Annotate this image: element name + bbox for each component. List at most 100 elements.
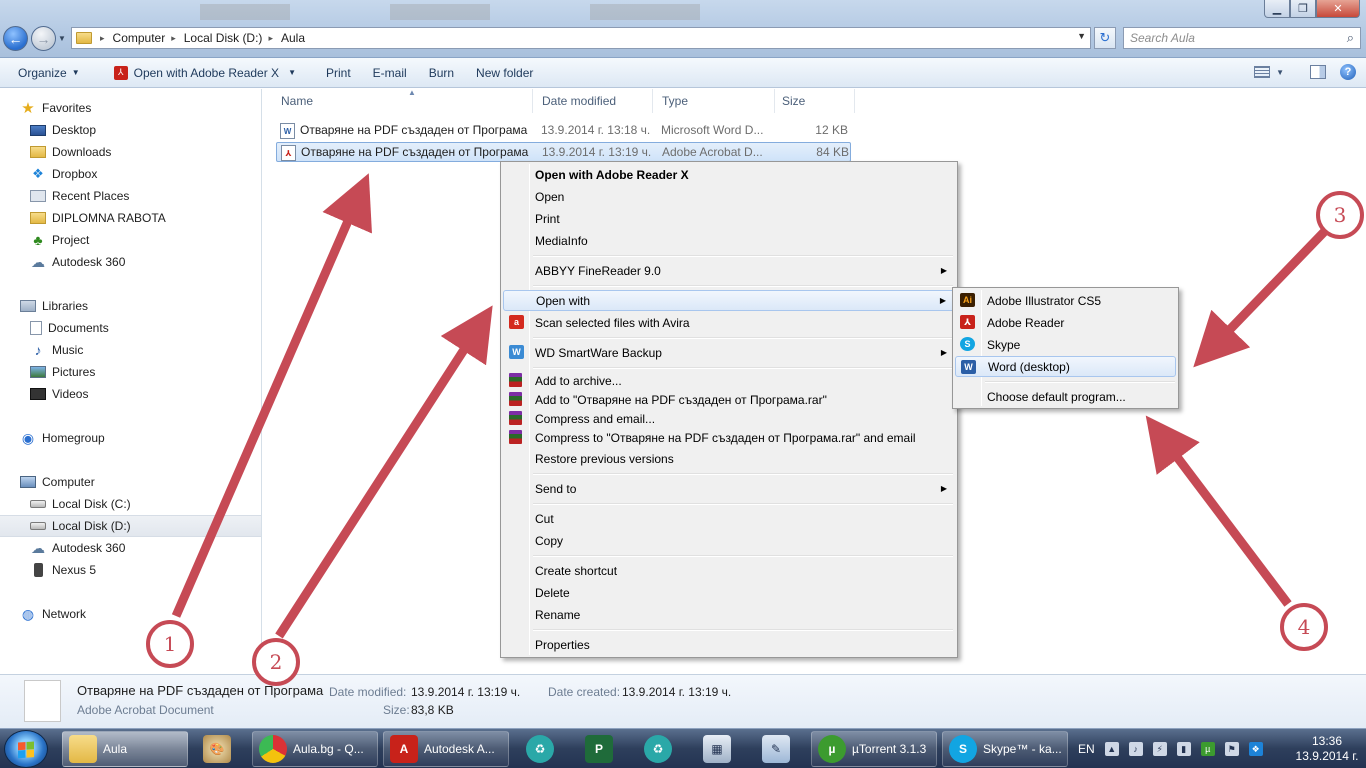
menu-mediainfo[interactable]: MediaInfo [503,230,955,251]
nav-desktop[interactable]: Desktop [0,119,261,141]
burn-button[interactable]: Burn [429,66,454,80]
taskbar-app-1[interactable]: ♻ [515,731,571,767]
menu-compress-email[interactable]: Compress and email... [503,408,955,429]
network-signal-icon[interactable]: ▮ [1176,742,1191,756]
menu-scan-avira[interactable]: a Scan selected files with Avira [503,312,955,333]
nav-local-disk-d[interactable]: Local Disk (D:) [0,515,261,537]
breadcrumb-computer[interactable]: Computer [113,31,166,45]
back-button[interactable]: ← [3,26,28,51]
nav-project[interactable]: ♣ Project [0,229,261,251]
nav-homegroup[interactable]: ◉ Homegroup [0,427,261,449]
address-bar[interactable]: ▸ Computer ▸ Local Disk (D:) ▸ Aula ▼ [71,27,1091,49]
nav-diplomna-rabota[interactable]: DIPLOMNA RABOTA [0,207,261,229]
change-view-icon[interactable] [1254,66,1271,78]
close-button[interactable]: ✕ [1316,0,1360,18]
flag-icon[interactable]: ⚑ [1224,742,1239,756]
menu-copy[interactable]: Copy [503,530,955,551]
menu-open-with-adobe-reader[interactable]: Open with Adobe Reader X [503,164,955,185]
taskbar-paint[interactable]: 🎨 [192,731,248,767]
file-row[interactable]: W Отваряне на PDF създаден от Програма 1… [276,121,851,141]
taskbar-project[interactable]: P [574,731,630,767]
taskbar-app-2[interactable]: ♻ [633,731,689,767]
nav-favorites[interactable]: ★ Favorites [0,97,261,119]
menu-open-with[interactable]: Open with ▶ [503,290,955,311]
taskbar-utorrent[interactable]: µ µTorrent 3.1.3 [811,731,937,767]
nav-local-disk-c[interactable]: Local Disk (C:) [0,493,261,515]
chevron-right-icon[interactable]: ▸ [171,33,176,44]
taskbar-notes[interactable]: ✎ [751,731,807,767]
taskbar-autodesk[interactable]: A Autodesk A... [383,731,509,767]
menu-abbyy-finereader[interactable]: ABBYY FineReader 9.0 ▶ [503,260,955,281]
column-header-size[interactable]: Size [772,89,855,113]
search-input[interactable]: Search Aula ⌕ [1123,27,1361,49]
language-indicator[interactable]: EN [1078,742,1095,756]
menu-cut[interactable]: Cut [503,508,955,529]
menu-restore-versions[interactable]: Restore previous versions [503,448,955,469]
menu-add-to-rar[interactable]: Add to "Отваряне на PDF създаден от Прог… [503,389,955,410]
start-button[interactable] [4,730,48,768]
chevron-right-icon[interactable]: ▸ [100,33,105,44]
new-folder-button[interactable]: New folder [476,66,533,80]
refresh-button[interactable]: ↻ [1094,27,1116,49]
clock[interactable]: 13:36 13.9.2014 г. [1294,734,1360,764]
file-row-selected[interactable]: ⅄ Отваряне на PDF създаден от Програма 1… [276,142,851,162]
column-header-date[interactable]: Date modified [532,89,653,113]
taskbar-calculator[interactable]: ▦ [692,731,748,767]
menu-rename[interactable]: Rename [503,604,955,625]
open-with-adobe-reader-button[interactable]: ⅄ Open with Adobe Reader X ▼ [113,65,296,80]
menu-properties[interactable]: Properties [503,634,955,655]
nav-nexus-5[interactable]: Nexus 5 [0,559,261,581]
menu-create-shortcut[interactable]: Create shortcut [503,560,955,581]
nav-videos[interactable]: Videos [0,383,261,405]
menu-wd-smartware[interactable]: W WD SmartWare Backup ▶ [503,342,955,363]
nav-downloads[interactable]: Downloads [0,141,261,163]
nav-network[interactable]: ◍ Network [0,603,261,625]
nav-dropbox[interactable]: ❖ Dropbox [0,163,261,185]
dropbox-tray-icon[interactable]: ❖ [1248,742,1263,756]
submenu-adobe-reader[interactable]: ⅄ Adobe Reader [955,312,1176,333]
nav-computer[interactable]: Computer [0,471,261,493]
address-dropdown-icon[interactable]: ▼ [1077,31,1086,41]
submenu-word[interactable]: W Word (desktop) [955,356,1176,377]
preview-pane-icon[interactable] [1310,65,1326,79]
taskbar-chrome[interactable]: Aula.bg - Q... [252,731,378,767]
submenu-choose-default[interactable]: Choose default program... [955,386,1176,407]
recent-pages-dropdown[interactable]: ▼ [58,34,66,43]
maximize-button[interactable]: ❐ [1290,0,1316,18]
forward-button[interactable]: → [31,26,56,51]
submenu-illustrator[interactable]: Ai Adobe Illustrator CS5 [955,290,1176,311]
minimize-button[interactable]: ▁ [1264,0,1290,18]
power-icon[interactable]: ⚡ [1152,742,1167,756]
chevron-up-icon[interactable]: ▲ [1104,742,1119,756]
organize-button[interactable]: Organize ▼ [18,66,80,80]
utorrent-tray-icon[interactable]: µ [1200,742,1215,756]
menu-send-to[interactable]: Send to ▶ [503,478,955,499]
column-header-type[interactable]: Type [652,89,775,113]
nav-autodesk-360-computer[interactable]: ☁ Autodesk 360 [0,537,261,559]
taskbar-skype[interactable]: S Skype™ - ka... [942,731,1068,767]
taskbar-aula[interactable]: Aula [62,731,188,767]
nav-pictures[interactable]: Pictures [0,361,261,383]
search-icon[interactable]: ⌕ [1347,30,1354,46]
breadcrumb-local-disk-d[interactable]: Local Disk (D:) [184,31,263,45]
nav-recent-places[interactable]: Recent Places [0,185,261,207]
nav-libraries[interactable]: Libraries [0,295,261,317]
chevron-right-icon[interactable]: ▸ [268,33,273,44]
nav-autodesk-360[interactable]: ☁ Autodesk 360 [0,251,261,273]
menu-add-to-archive[interactable]: Add to archive... [503,370,955,391]
menu-print[interactable]: Print [503,208,955,229]
submenu-skype[interactable]: S Skype [955,334,1176,355]
volume-icon[interactable]: ♪ [1128,742,1143,756]
email-button[interactable]: E-mail [373,66,407,80]
breadcrumb-aula[interactable]: Aula [281,31,305,45]
help-icon[interactable]: ? [1340,64,1356,80]
menu-delete[interactable]: Delete [503,582,955,603]
nav-documents[interactable]: Documents [0,317,261,339]
nav-music[interactable]: ♪ Music [0,339,261,361]
print-button[interactable]: Print [326,66,351,80]
menu-compress-rar-email[interactable]: Compress to "Отваряне на PDF създаден от… [503,427,955,448]
chevron-down-icon[interactable]: ▼ [288,68,296,77]
menu-open[interactable]: Open [503,186,955,207]
chevron-down-icon[interactable]: ▼ [1276,68,1284,77]
column-header-name[interactable]: Name ▲ [271,88,533,113]
